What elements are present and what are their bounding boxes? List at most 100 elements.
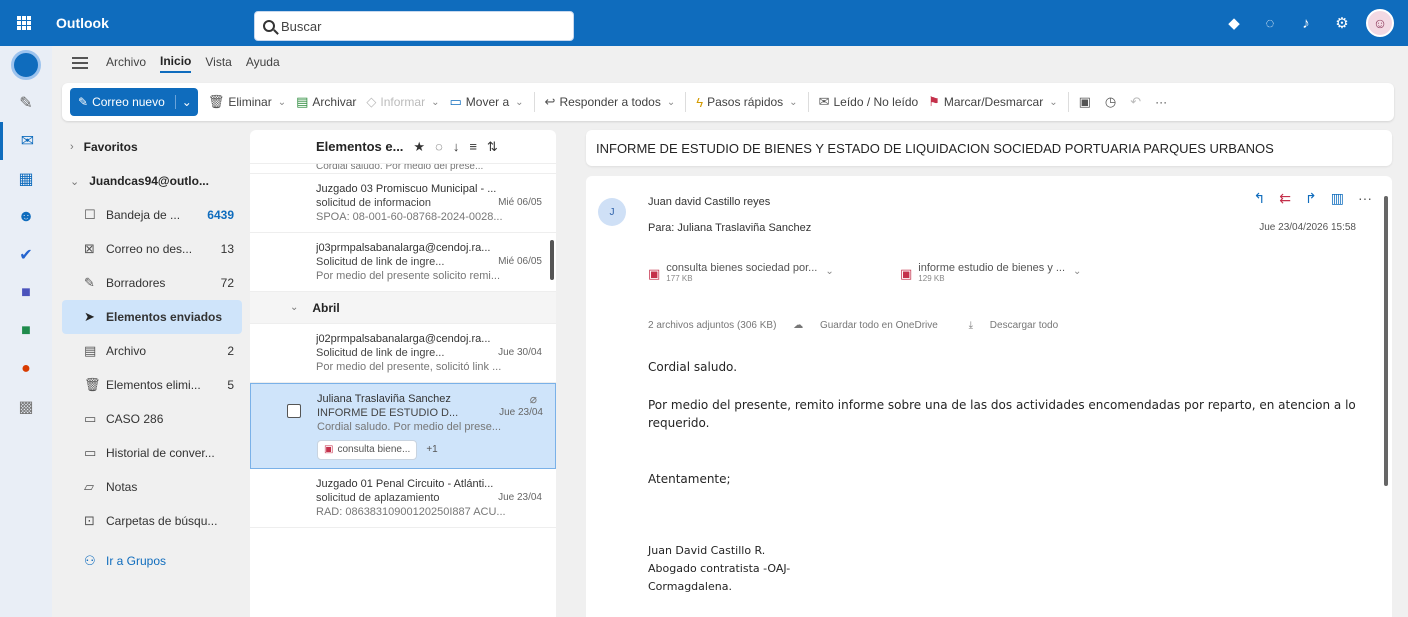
folder-label: Elementos enviados (106, 310, 223, 324)
sender-avatar[interactable]: J (598, 198, 626, 226)
delete-button[interactable]: 🗑 Eliminar ⌄ (208, 94, 286, 110)
attachment-card[interactable]: ▣ consulta bienes sociedad por... 177 KB … (648, 258, 882, 294)
chevron-down-icon[interactable]: ⌄ (667, 97, 675, 108)
people-icon[interactable]: ☻ (0, 198, 52, 236)
save-onedrive-link[interactable]: ☁ Guardar todo en OneDrive (793, 320, 952, 331)
tab-ayuda[interactable]: Ayuda (246, 55, 280, 72)
undo-icon: ↶ (1130, 94, 1142, 109)
chevron-down-icon[interactable]: ⌄ (431, 97, 439, 108)
quick-steps-button[interactable]: ϟ Pasos rápidos ⌄ (696, 95, 797, 110)
folder-caso-286[interactable]: ▭ CASO 286 (62, 402, 242, 436)
chevron-down-icon[interactable]: ⌄ (1049, 97, 1057, 108)
favorites-section[interactable]: › Favoritos (62, 130, 242, 164)
compose-icon[interactable]: ✎ (0, 84, 52, 122)
apps-icon[interactable]: ▩ (0, 388, 52, 426)
archive-button[interactable]: ▤ Archivar (296, 94, 356, 110)
pin-button[interactable]: ▣ (1079, 94, 1095, 110)
flag-button[interactable]: ⚑ Marcar/Desmarcar ⌄ (928, 94, 1057, 110)
list-item-partial[interactable]: Cordial saludo. Por medio del prese... (250, 164, 556, 174)
filter-icon[interactable]: ≡ (469, 139, 477, 154)
attachment-card[interactable]: ▣ informe estudio de bienes y ... 129 KB … (900, 258, 1134, 294)
teams-icon[interactable]: ■ (0, 274, 52, 312)
immersive-reader-icon[interactable]: ▥ (1331, 190, 1344, 207)
attachment-chip[interactable]: ▣ consulta biene... (317, 440, 418, 460)
diamond-icon[interactable]: ◆ (1216, 5, 1252, 41)
avatar[interactable]: ☺ (1366, 9, 1394, 37)
divider (685, 92, 687, 112)
folder-junk[interactable]: ⊠ Correo no des... 13 (62, 232, 242, 266)
calendar-icon[interactable]: ▦ (0, 160, 52, 198)
list-item[interactable]: j02prmpalsabanalarga@cendoj.ra... Solici… (250, 324, 556, 383)
gear-icon[interactable]: ⚙ (1324, 5, 1360, 41)
chevron-down-icon[interactable]: ⌄ (174, 95, 192, 109)
copilot-icon[interactable] (11, 50, 41, 80)
scrollbar-thumb[interactable] (550, 240, 554, 280)
list-item[interactable]: j03prmpalsabanalarga@cendoj.ra... Solici… (250, 233, 556, 292)
list-item[interactable]: Juzgado 01 Penal Circuito - Atlánti... s… (250, 469, 556, 528)
download-all-link[interactable]: ⤓ Descargar todo (969, 320, 1073, 331)
menu-icon[interactable] (72, 57, 88, 69)
app-launcher-icon[interactable] (0, 0, 48, 46)
folder-drafts[interactable]: ✎ Borradores 72 (62, 266, 242, 300)
list-title[interactable]: Elementos e... (316, 139, 403, 154)
chevron-down-icon[interactable]: ⌄ (789, 97, 797, 108)
folder-notes[interactable]: ▱ Notas (62, 470, 242, 504)
report-button[interactable]: ◇ Informar ⌄ (366, 94, 439, 110)
folder-archive[interactable]: ▤ Archivo 2 (62, 334, 242, 368)
folder-label: Correo no des... (106, 242, 193, 256)
scrollbar-thumb[interactable] (1384, 196, 1388, 486)
list-item-selected[interactable]: ⌀ Juliana Traslaviña Sanchez INFORME DE … (250, 383, 556, 469)
bell-icon[interactable]: ♪ (1288, 5, 1324, 41)
select-checkbox[interactable] (287, 404, 301, 418)
chevron-down-icon[interactable]: ⌄ (825, 266, 833, 277)
sender-name[interactable]: Juan david Castillo reyes (648, 196, 770, 208)
move-button[interactable]: ▭ Mover a ⌄ (449, 94, 523, 110)
chevron-down-icon[interactable]: ⌄ (278, 97, 286, 108)
folder-sent[interactable]: ➤ Elementos enviados (62, 300, 242, 334)
folder-label: Bandeja de ... (106, 208, 181, 222)
account-section[interactable]: ⌄ Juandcas94@outlo... (62, 164, 242, 198)
copilot-icon[interactable]: ◌ (435, 139, 443, 154)
tab-archivo[interactable]: Archivo (106, 55, 146, 72)
search-input[interactable]: Buscar (254, 11, 574, 41)
office-icon[interactable]: ● (0, 350, 52, 388)
new-mail-button[interactable]: ✎ Correo nuevo ⌄ (70, 88, 198, 116)
groups-link[interactable]: ⚇ Ir a Grupos (62, 544, 242, 578)
more-attachments-count[interactable]: +1 (426, 444, 437, 455)
app-brand[interactable]: Outlook (56, 15, 246, 31)
excel-icon[interactable]: ■ (0, 312, 52, 350)
chip-label: consulta biene... (337, 444, 411, 455)
folder-label: Notas (106, 480, 138, 494)
tab-vista[interactable]: Vista (205, 55, 231, 72)
more-icon[interactable]: ··· (1358, 190, 1372, 207)
folder-history[interactable]: ▭ Historial de conver... (62, 436, 242, 470)
read-unread-button[interactable]: ✉ Leído / No leído (819, 94, 919, 110)
reply-all-icon: ↩ (544, 94, 556, 109)
inbox-icon: ☐ (84, 207, 96, 222)
tab-inicio[interactable]: Inicio (160, 54, 192, 73)
chevron-down-icon[interactable]: ⌄ (1073, 266, 1081, 277)
group-header-april[interactable]: ⌄ Abril (250, 292, 556, 324)
snooze-button[interactable]: ◷ (1105, 94, 1120, 110)
todo-icon[interactable]: ✔ (0, 236, 52, 274)
more-options-button[interactable]: ··· (1155, 95, 1167, 109)
email-subject: INFORME DE ESTUDIO DE BIENES Y ESTADO DE… (586, 130, 1392, 166)
reply-icon[interactable]: ↰ (1254, 190, 1266, 207)
folder-search-folders[interactable]: ⊡ Carpetas de búsqu... (62, 504, 242, 538)
list-scrollbar[interactable] (546, 164, 556, 617)
list-item[interactable]: Juzgado 03 Promiscuo Municipal - ... sol… (250, 174, 556, 233)
mail-icon[interactable]: ✉ (0, 122, 52, 160)
star-icon[interactable]: ★ (413, 139, 425, 155)
reply-all-button[interactable]: ↩ Responder a todos ⌄ (545, 94, 676, 110)
folder-deleted[interactable]: 🗑 Elementos elimi... 5 (62, 368, 242, 402)
sort-icon[interactable]: ⇅ (487, 139, 498, 155)
jump-icon[interactable]: ↓ (453, 139, 460, 154)
account-label: Juandcas94@outlo... (89, 174, 209, 188)
feedback-icon[interactable]: ◌ (1252, 5, 1288, 41)
chevron-down-icon[interactable]: ⌄ (515, 97, 523, 108)
message-sender: Juliana Traslaviña Sanchez (317, 393, 451, 405)
undo-button[interactable]: ↶ (1130, 94, 1145, 110)
reply-all-icon[interactable]: ⇇ (1279, 190, 1291, 207)
forward-icon[interactable]: ↱ (1305, 190, 1317, 207)
folder-inbox[interactable]: ☐ Bandeja de ... 6439 (62, 198, 242, 232)
